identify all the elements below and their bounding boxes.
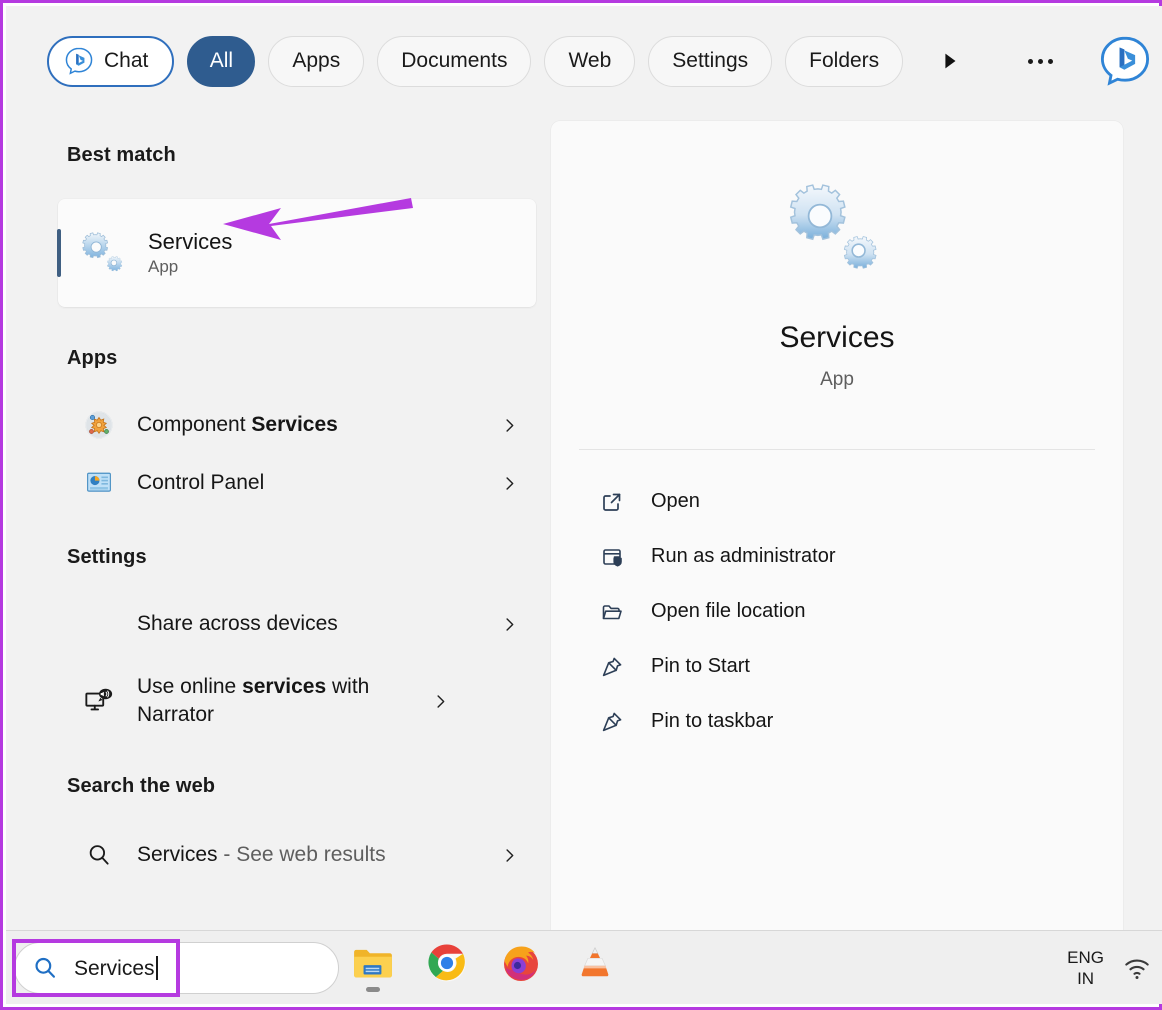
result-share-across-devices[interactable]: Share across devices <box>58 595 528 653</box>
section-heading-best-match: Best match <box>67 144 176 166</box>
play-triangle-icon[interactable] <box>930 41 970 81</box>
result-label: Share across devices <box>137 611 338 635</box>
section-heading-settings: Settings <box>67 546 147 568</box>
search-flyout: Chat All Apps Documents Web Settings Fol… <box>6 6 1162 936</box>
result-control-panel[interactable]: Control Panel <box>58 454 528 512</box>
chevron-right-icon[interactable] <box>496 615 522 634</box>
taskbar-pinned-apps <box>351 941 617 985</box>
open-external-icon <box>597 487 627 517</box>
tab-documents[interactable]: Documents <box>377 35 532 87</box>
action-label: Run as administrator <box>651 545 836 567</box>
preview-divider <box>579 449 1095 450</box>
shield-window-icon <box>597 542 627 572</box>
bing-chat-icon <box>64 46 94 76</box>
wifi-icon[interactable] <box>1122 953 1152 983</box>
result-label: Services - See web results <box>137 842 386 866</box>
control-panel-icon <box>82 466 116 500</box>
tab-chat[interactable]: Chat <box>47 35 175 87</box>
preview-app-type: App <box>820 369 854 390</box>
tab-folders-label: Folders <box>809 49 880 72</box>
language-indicator[interactable]: ENG IN <box>1067 947 1104 990</box>
chevron-right-icon[interactable] <box>496 474 522 493</box>
search-icon <box>82 838 116 872</box>
tab-settings[interactable]: Settings <box>648 35 773 87</box>
ellipsis-icon[interactable] <box>1017 41 1063 81</box>
section-heading-search-the-web: Search the web <box>67 775 216 797</box>
tab-documents-label: Documents <box>401 49 508 72</box>
search-filter-tabbar: Chat All Apps Documents Web Settings Fol… <box>6 6 1162 116</box>
best-match-title: Services <box>148 228 233 254</box>
chevron-right-icon[interactable] <box>496 846 522 865</box>
tab-all[interactable]: All <box>187 35 256 87</box>
result-label: Component Services <box>137 412 338 436</box>
taskbar-app-vlc[interactable] <box>573 941 617 985</box>
gears-icon <box>782 179 892 279</box>
best-match-subtitle: App <box>148 257 179 277</box>
action-label: Pin to taskbar <box>651 710 774 732</box>
chevron-right-icon[interactable] <box>496 416 522 435</box>
search-icon <box>32 955 58 981</box>
preview-app-name: Services <box>779 321 895 354</box>
result-use-online-services-with-narrator[interactable]: Use online services with Narrator <box>58 663 528 739</box>
tab-settings-label: Settings <box>672 49 749 72</box>
folder-icon <box>597 597 627 627</box>
tab-apps[interactable]: Apps <box>268 35 365 87</box>
component-services-icon <box>82 408 116 442</box>
tab-apps-label: Apps <box>292 49 341 72</box>
result-web-search-services[interactable]: Services - See web results <box>58 826 528 884</box>
section-heading-apps: Apps <box>67 347 118 369</box>
tab-web-label: Web <box>568 49 612 72</box>
screenshot-root: Chat All Apps Documents Web Settings Fol… <box>0 0 1162 1010</box>
taskbar-tray: ENG IN <box>1067 931 1156 1005</box>
text-caret <box>155 955 158 980</box>
result-component-services[interactable]: Component Services <box>58 396 528 454</box>
bing-chat-icon[interactable] <box>1098 34 1152 88</box>
language-line-2: IN <box>1077 969 1095 988</box>
action-label: Pin to Start <box>651 655 750 677</box>
action-run-as-administrator[interactable]: Run as administrator <box>571 529 1103 584</box>
result-label: Control Panel <box>137 470 265 494</box>
preview-actions-list: Open Run as administrator Open file loca… <box>551 474 1123 749</box>
action-label: Open <box>651 490 700 512</box>
tab-web[interactable]: Web <box>544 35 636 87</box>
action-pin-to-taskbar[interactable]: Pin to taskbar <box>571 694 1103 749</box>
tab-folders[interactable]: Folders <box>785 35 904 87</box>
gears-icon <box>82 231 126 275</box>
best-match-services[interactable]: Services App <box>57 199 536 307</box>
search-results-column: Best match Services App Apps Component S… <box>6 116 551 936</box>
taskbar-search-value: Services <box>74 955 158 981</box>
tab-all-label: All <box>209 49 234 72</box>
chevron-right-icon[interactable] <box>427 692 453 711</box>
pin-icon <box>597 652 627 682</box>
result-label: Use online services with Narrator <box>137 674 370 726</box>
action-open[interactable]: Open <box>571 474 1103 529</box>
action-label: Open file location <box>651 600 806 622</box>
taskbar-app-chrome[interactable] <box>425 941 469 985</box>
narrator-icon <box>82 684 116 718</box>
tab-chat-label: Chat <box>104 49 149 72</box>
pin-icon <box>597 707 627 737</box>
language-line-1: ENG <box>1067 947 1104 967</box>
taskbar-search-input[interactable]: Services <box>14 942 339 994</box>
action-pin-to-start[interactable]: Pin to Start <box>571 639 1103 694</box>
taskbar: Services ENG IN <box>6 930 1162 1004</box>
taskbar-app-firefox[interactable] <box>499 941 543 985</box>
app-preview-panel: Services App Open Run as administrator O… <box>551 121 1123 931</box>
action-open-file-location[interactable]: Open file location <box>571 584 1103 639</box>
taskbar-app-file-explorer[interactable] <box>351 941 395 985</box>
